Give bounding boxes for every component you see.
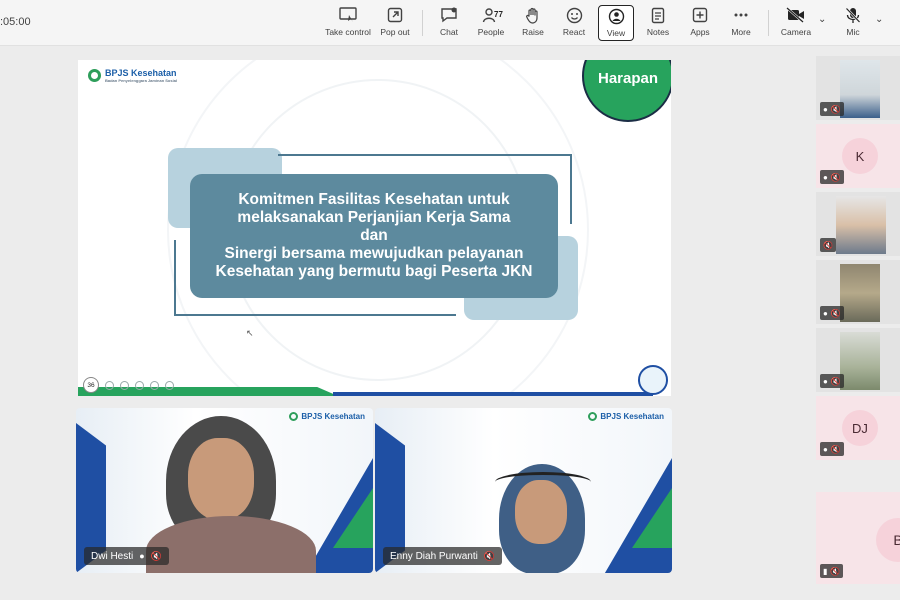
shared-content-icon: ● (823, 308, 828, 318)
meeting-timer: :05:00 (0, 16, 31, 28)
gallery-tile[interactable]: DJ ● 🔇 (816, 396, 900, 460)
slide-zoom-icon[interactable] (150, 380, 159, 390)
toolbar-separator (768, 10, 769, 36)
take-control-button[interactable]: Take control (325, 5, 371, 41)
slide-menu-icon[interactable] (165, 380, 174, 390)
participant-gallery: ●🔇 K ●🔇 🔇 ●🔇 ●🔇 DJ ●🔇 ‹ 1 ▮🔇 B (814, 52, 900, 600)
react-button[interactable]: React (551, 5, 597, 41)
ellipsis-icon (733, 5, 749, 25)
gallery-tile[interactable]: K ● 🔇 (816, 124, 900, 188)
slide-emblem-icon (638, 365, 668, 395)
slide-main-statement: Komitmen Fasilitas Kesehatan untuk melak… (190, 174, 558, 298)
slide-prev-icon[interactable] (105, 380, 114, 390)
view-button[interactable]: View (598, 5, 634, 41)
slide-controls: 36 (83, 377, 174, 393)
more-button[interactable]: More (718, 5, 764, 41)
mic-off-icon: 🔇 (830, 444, 841, 454)
participant-video-tile[interactable]: BPJS Kesehatan Enny Diah Purwanti 🔇 (375, 408, 672, 573)
meeting-toolbar: :05:00 Take control Pop out Chat 77 Peop… (0, 0, 900, 46)
slide-pen-icon[interactable] (120, 380, 129, 390)
pop-out-icon (387, 5, 403, 25)
audio-level-icon: ▮ (823, 566, 828, 576)
shared-content-icon: ● (823, 104, 828, 114)
participant-video-thumbnail (836, 196, 886, 254)
toolbar-separator (422, 10, 423, 36)
pop-out-button[interactable]: Pop out (372, 5, 418, 41)
participant-name-label: Dwi Hesti ● 🔇 (84, 547, 169, 565)
participant-video-person (146, 416, 316, 573)
headset-icon (495, 472, 591, 492)
raise-hand-icon (525, 5, 541, 25)
gallery-tile[interactable]: ● 🔇 (816, 260, 900, 324)
shared-content-icon: ● (823, 376, 828, 386)
avatar: DJ (842, 410, 878, 446)
mic-off-icon: 🔇 (150, 550, 162, 561)
participant-status-badge: ● 🔇 (820, 374, 844, 388)
participant-status-badge: 🔇 (820, 238, 836, 252)
mic-off-icon: 🔇 (483, 550, 496, 561)
mic-off-icon: 🔇 (830, 376, 841, 386)
chat-button[interactable]: Chat (426, 5, 472, 41)
shared-presentation-slide[interactable]: BPJS Kesehatan Badan Penyelenggara Jamin… (78, 60, 671, 396)
slide-footer-blue-line (333, 392, 653, 396)
slide-number: 36 (83, 377, 99, 393)
take-control-icon (339, 5, 357, 25)
mic-off-icon: 🔇 (830, 172, 841, 182)
chat-icon (440, 5, 458, 25)
participant-status-badge: ● 🔇 (820, 306, 844, 320)
participant-video-person (485, 464, 605, 573)
participant-video-tile[interactable]: BPJS Kesehatan Dwi Hesti ● 🔇 (76, 408, 373, 573)
bpjs-logo-icon (88, 69, 101, 82)
view-icon (608, 6, 625, 26)
apps-button[interactable]: Apps (677, 5, 723, 41)
gallery-tile[interactable]: 🔇 (816, 192, 900, 256)
gallery-tile[interactable]: ● 🔇 (816, 56, 900, 120)
participant-video-thumbnail (840, 264, 880, 322)
mic-off-icon: 🔇 (830, 566, 841, 576)
notes-button[interactable]: Notes (635, 5, 681, 41)
notes-icon (651, 5, 665, 25)
participant-status-badge: ▮ 🔇 (820, 564, 844, 578)
camera-options-chevron-icon[interactable]: ⌄ (818, 14, 826, 25)
shared-content-icon: ● (139, 551, 145, 561)
mic-off-icon: 🔇 (823, 240, 833, 250)
mic-off-icon: 🔇 (830, 308, 841, 318)
shared-content-icon: ● (823, 444, 828, 454)
gallery-tile[interactable]: ● 🔇 (816, 328, 900, 392)
camera-off-icon (786, 5, 806, 25)
mouse-cursor-icon: ↖ (246, 328, 254, 338)
bpjs-logo-icon (588, 412, 598, 421)
camera-button[interactable]: Camera (773, 5, 819, 41)
participant-status-badge: ● 🔇 (820, 170, 844, 184)
mic-off-icon: 🔇 (830, 104, 841, 114)
people-button[interactable]: 77 People (468, 5, 514, 41)
mic-off-icon (845, 5, 861, 25)
slide-corner-label: Harapan (598, 70, 659, 87)
bpjs-logo: BPJS Kesehatan Badan Penyelenggara Jamin… (88, 68, 177, 83)
bpjs-logo: BPJS Kesehatan (588, 412, 664, 421)
participant-video-thumbnail (840, 60, 880, 118)
participant-name-label: Enny Diah Purwanti 🔇 (383, 547, 503, 565)
people-count: 77 (494, 10, 503, 19)
participant-status-badge: ● 🔇 (820, 442, 844, 456)
participant-video-thumbnail (840, 332, 880, 390)
slide-grid-icon[interactable] (135, 380, 144, 390)
apps-plus-icon (692, 5, 708, 25)
raise-hand-button[interactable]: Raise (510, 5, 556, 41)
participant-status-badge: ● 🔇 (820, 102, 844, 116)
avatar: K (842, 138, 878, 174)
smiley-icon (566, 5, 583, 25)
shared-content-icon: ● (823, 172, 828, 182)
mic-button[interactable]: Mic (830, 5, 876, 41)
mic-options-chevron-icon[interactable]: ⌄ (875, 14, 883, 25)
